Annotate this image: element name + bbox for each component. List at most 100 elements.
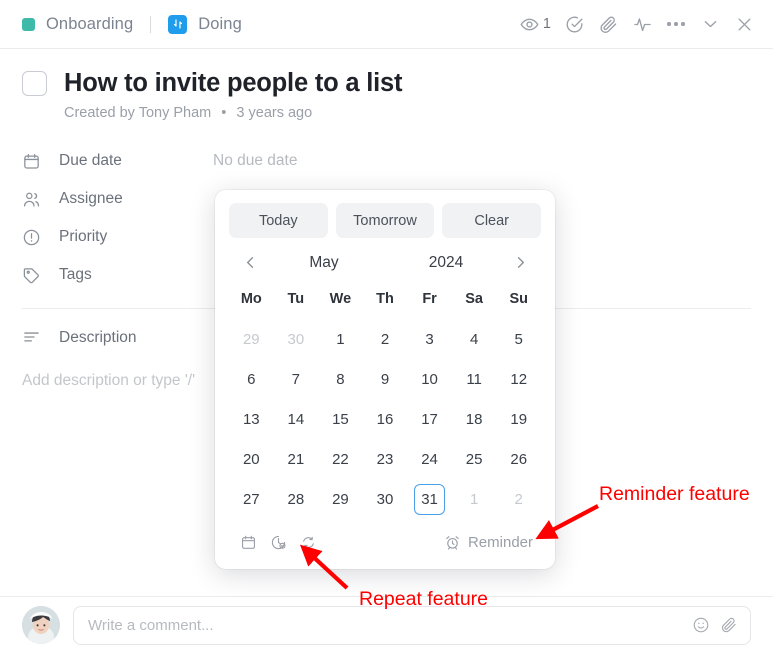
more-options-button[interactable] [661,9,691,39]
task-complete-checkbox[interactable] [22,71,47,96]
weekday-header: Su [509,291,528,307]
comment-input[interactable]: Write a comment... [73,605,751,645]
calendar-day[interactable]: 24 [407,439,452,479]
activity-button[interactable] [627,9,657,39]
calendar-day-label: 2 [514,490,523,508]
calendar-day[interactable]: 31 [407,479,452,519]
calendar-day[interactable]: 29 [318,479,363,519]
calendar-day-label: 12 [510,370,528,388]
created-ago: 3 years ago [236,105,313,121]
calendar-day[interactable]: 7 [274,359,319,399]
calendar-day[interactable]: 21 [274,439,319,479]
calendar-day[interactable]: 4 [452,319,497,359]
calendar-day[interactable]: 17 [407,399,452,439]
time-icon[interactable] [263,529,293,555]
calendar-day[interactable]: 14 [274,399,319,439]
calendar-day-label: 1 [469,490,479,508]
chevron-right-icon [517,257,524,268]
collapse-button[interactable] [695,9,725,39]
activity-icon [633,17,651,31]
clear-button[interactable]: Clear [442,203,542,238]
calendar-day-label: 24 [421,450,438,468]
calendar-day[interactable]: 9 [363,359,408,399]
annotation-repeat-feature: Repeat feature [359,588,489,610]
property-label: Assignee [59,190,123,207]
created-by-author[interactable]: Tony Pham [139,105,212,121]
task-meta: Created by Tony Pham • 3 years ago [64,105,773,121]
calendar-day-label: 13 [242,410,260,428]
breadcrumb-list-name[interactable]: Onboarding [46,15,133,34]
emoji-icon[interactable] [692,616,710,634]
property-row-due-date[interactable]: Due date No due date [22,142,751,180]
attach-button[interactable] [593,9,623,39]
weekday-header: Sa [465,291,483,307]
calendar-day-label: 8 [336,370,345,388]
calendar-day[interactable]: 5 [496,319,541,359]
date-picker-quick-actions: Today Tomorrow Clear [229,203,542,238]
attachment-icon[interactable] [720,616,738,634]
calendar-day[interactable]: 30 [274,319,319,359]
calendar-day-label: 23 [376,450,394,468]
breadcrumb: Onboarding Doing [22,14,242,34]
list-color-swatch [22,17,35,31]
calendar-day[interactable]: 23 [363,439,408,479]
calendar-day-label: 21 [287,450,305,468]
calendar-day[interactable]: 11 [452,359,497,399]
calendar-day-label: 16 [376,410,394,428]
calendar-month-label[interactable]: May [263,254,385,272]
calendar-day[interactable]: 10 [407,359,452,399]
close-icon [738,18,750,30]
mark-complete-button[interactable] [559,9,589,39]
calendar-day[interactable]: 1 [318,319,363,359]
calendar-day[interactable]: 6 [229,359,274,399]
repeat-icon[interactable] [293,529,323,555]
calendar-day[interactable]: 19 [496,399,541,439]
calendar-day[interactable]: 13 [229,399,274,439]
calendar-day[interactable]: 25 [452,439,497,479]
calendar-day[interactable]: 27 [229,479,274,519]
check-circle-icon [566,16,582,32]
weekday-header: Th [376,291,394,307]
priority-icon [22,228,44,247]
calendar-day[interactable]: 20 [229,439,274,479]
calendar-day[interactable]: 1 [452,479,497,519]
previous-month-button[interactable] [237,250,263,276]
calendar-day-label: 5 [514,330,523,348]
weekday-header: We [329,291,352,307]
calendar-year-label[interactable]: 2024 [385,254,507,272]
calendar-day[interactable]: 2 [363,319,408,359]
calendar-icon[interactable] [233,529,263,555]
task-header: How to invite people to a list [0,49,773,98]
alarm-clock-icon [446,535,459,550]
weekday-header: Tu [287,291,305,307]
calendar-day[interactable]: 8 [318,359,363,399]
comment-placeholder: Write a comment... [88,616,214,634]
calendar-day-label: 18 [465,410,483,428]
calendar-day[interactable]: 26 [496,439,541,479]
today-button[interactable]: Today [229,203,328,238]
calendar-day[interactable]: 28 [274,479,319,519]
watch-button[interactable]: 1 [518,9,555,39]
calendar-day[interactable]: 22 [318,439,363,479]
calendar-day[interactable]: 18 [452,399,497,439]
calendar-day[interactable]: 30 [363,479,408,519]
breadcrumb-separator [150,15,152,33]
breadcrumb-status-name[interactable]: Doing [198,15,242,34]
close-button[interactable] [729,9,759,39]
calendar-day[interactable]: 3 [407,319,452,359]
avatar[interactable] [22,606,60,644]
tomorrow-button[interactable]: Tomorrow [335,203,435,238]
calendar-day-label: 17 [421,410,438,428]
weekday-header: Fr [422,291,437,307]
due-date-value[interactable]: No due date [213,152,297,170]
calendar-day[interactable]: 16 [363,399,408,439]
calendar-day[interactable]: 29 [229,319,274,359]
next-month-button[interactable] [507,250,533,276]
calendar-day[interactable]: 12 [496,359,541,399]
calendar-icon [22,152,44,171]
calendar-day[interactable]: 2 [496,479,541,519]
calendar-day-label: 4 [469,330,479,348]
calendar-day-label: 9 [380,370,390,388]
calendar-day[interactable]: 15 [318,399,363,439]
reminder-button[interactable]: Reminder [444,534,537,551]
